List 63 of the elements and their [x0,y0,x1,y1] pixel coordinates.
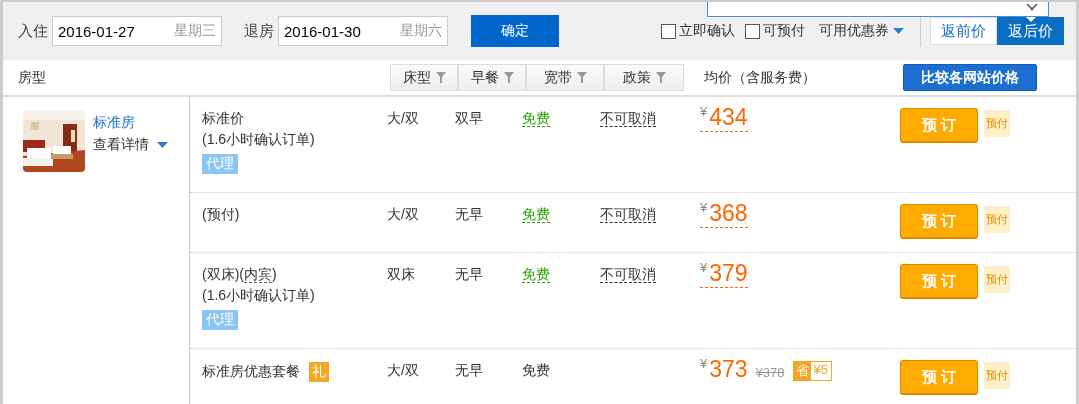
filter-icon [576,72,587,83]
saving-badge: 省 ¥5 [792,361,832,381]
filter-button[interactable]: 床型 [390,64,458,91]
price: ¥373 [700,356,748,383]
prepay-tag: 预付 [984,206,1010,233]
price-toggle-tab[interactable]: 返后价 [997,17,1064,45]
original-price: ¥378 [755,365,785,380]
bed-type: 双床 [387,266,415,282]
broadband: 免费 [522,206,550,223]
prepay-tag: 预付 [984,362,1010,389]
compare-button[interactable]: 比较各网站价格 [903,64,1037,91]
cancel-policy: 不可取消 [600,206,656,223]
term-link[interactable]: 内宾 [244,266,272,283]
checkbox[interactable] [661,23,676,39]
checkbox-label[interactable]: 立即确认 [679,22,735,40]
breakfast: 无早 [455,362,483,378]
price: ¥368 [700,200,748,228]
filter-icon [655,72,666,83]
filter-icon [503,72,514,83]
broadband: 免费 [522,362,550,378]
checkin-label: 入住 [18,21,48,41]
price: ¥379 [700,260,748,288]
rate-name: 标准价 [202,110,244,128]
filter-button[interactable]: 早餐 [458,64,526,91]
breakfast: 无早 [455,266,483,282]
checkout-label: 退房 [244,21,274,41]
bed-type: 大/双 [387,362,419,378]
checkin-field[interactable]: 2016-01-27 星期三 [52,16,222,46]
breakfast: 双早 [455,110,483,126]
broadband: 免费 [522,266,550,283]
column-header: 均价（含服务费） [704,68,817,87]
prepay-tag: 预付 [984,266,1010,293]
price-toggle-tab[interactable]: 返前价 [930,17,997,45]
bed-type: 大/双 [387,110,419,126]
checkbox[interactable] [745,23,760,39]
caret-icon[interactable] [893,28,904,34]
filter-icon [435,72,446,83]
prepay-tag: 预付 [984,110,1010,137]
gift-badge: 礼 [309,362,329,382]
cancel-policy: 不可取消 [600,266,656,283]
cancel-policy: 不可取消 [600,110,656,127]
rate-name: (预付) [202,206,240,224]
price: ¥434 [700,104,748,132]
caret-icon[interactable] [157,142,168,148]
broadband: 免费 [522,110,550,127]
checkout-field[interactable]: 2016-01-30 星期六 [278,16,448,46]
breakfast: 无早 [455,206,483,222]
bed-type: 大/双 [387,206,419,222]
close-icon[interactable] [1026,4,1038,12]
confirm-button[interactable]: 确定 [471,15,559,47]
agent-tag: 代理 [202,310,238,330]
rate-name: 标准房优惠套餐 [202,363,300,381]
room-name-link[interactable]: 标准房 [93,114,168,132]
agent-tag: 代理 [202,154,238,174]
filter-button[interactable]: 政策 [604,64,684,91]
checkbox-label[interactable]: 可预付 [763,22,805,40]
coupon-dropdown[interactable]: 可用优惠券 [819,22,889,40]
filter-button[interactable]: 宽带 [526,64,604,91]
details-link[interactable]: 查看详情 [93,136,149,154]
rate-name: (双床)(内宾) [202,266,277,284]
rate-note: (1.6小时确认订单) [202,287,315,305]
column-header: 房型 [18,68,47,87]
rate-note: (1.6小时确认订单) [202,131,315,149]
